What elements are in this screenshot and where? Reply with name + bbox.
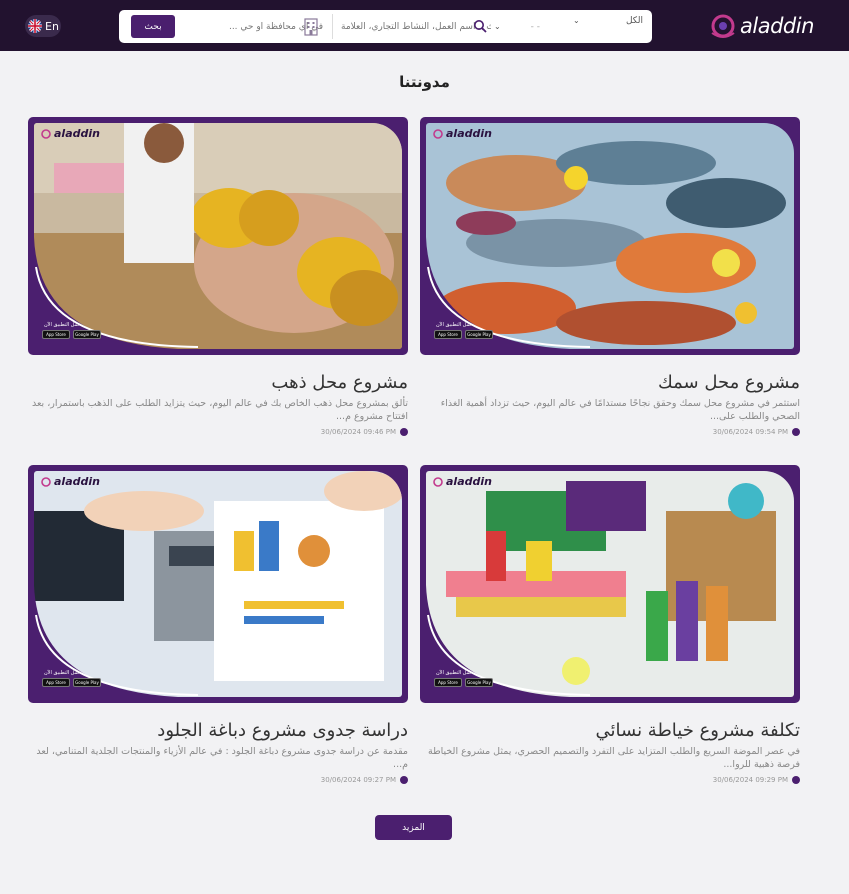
card-brand-name: aladdin (54, 127, 100, 140)
blog-card[interactable]: aladdin حمل التطبيق الآن App Store Googl… (420, 117, 800, 436)
blog-card-title[interactable]: دراسة جدوى مشروع دباغة الجلود (28, 720, 408, 741)
card-brand-name: aladdin (446, 475, 492, 488)
card-brand-logo: aladdin (432, 475, 492, 488)
app-store-badge[interactable]: App Store (434, 678, 462, 687)
card-frame-curve (34, 585, 199, 697)
card-frame-curve (426, 585, 591, 697)
store-caption: حمل التطبيق الآن (44, 322, 81, 328)
search-divider (332, 14, 333, 39)
app-store-badge[interactable]: App Store (42, 678, 70, 687)
blog-card-meta: 30/06/2024 09:27 PM (28, 776, 408, 784)
language-switch[interactable]: En (25, 15, 61, 37)
store-badges: حمل التطبيق الآن App Store Google Play (434, 670, 496, 692)
blog-card[interactable]: aladdin حمل التطبيق الآن App Store Googl… (420, 465, 800, 784)
blog-card-excerpt: تألق بمشروع محل ذهب الخاص بك في عالم الي… (31, 398, 408, 422)
blog-card-date: 30/06/2024 09:54 PM (712, 428, 788, 436)
store-caption: حمل التطبيق الآن (436, 322, 473, 328)
card-brand-logo: aladdin (40, 127, 100, 140)
search-button[interactable]: بحث (131, 15, 175, 38)
clock-icon (400, 776, 408, 784)
lamp-logo-icon (433, 476, 443, 487)
clock-icon (792, 428, 800, 436)
blog-card-image[interactable]: aladdin حمل التطبيق الآن App Store Googl… (420, 117, 800, 355)
blog-card-date: 30/06/2024 09:27 PM (320, 776, 396, 784)
chevron-down-icon: ⌄ (494, 22, 501, 31)
store-caption: حمل التطبيق الآن (44, 670, 81, 676)
chevron-down-icon: ⌄ (573, 16, 580, 25)
building-icon (304, 18, 318, 36)
category-select[interactable]: ⌄ الكل (573, 16, 645, 37)
page-title: مدونتنا (399, 73, 450, 91)
store-badges: حمل التطبيق الآن App Store Google Play (434, 322, 496, 344)
search-icon (474, 20, 487, 33)
blog-card-excerpt: مقدمة عن دراسة جدوى مشروع دباغة الجلود :… (36, 746, 408, 770)
blog-card-meta: 30/06/2024 09:29 PM (420, 776, 800, 784)
lamp-logo-icon (433, 128, 443, 139)
card-brand-logo: aladdin (432, 127, 492, 140)
blog-card-excerpt: استثمر في مشروع محل سمك وحقق نجاحًا مستد… (440, 398, 800, 422)
load-more-button[interactable]: المزيد (375, 815, 452, 840)
city-select[interactable]: ⌄ - - (494, 16, 554, 37)
store-badges: حمل التطبيق الآن App Store Google Play (42, 322, 104, 344)
blog-card-image[interactable]: aladdin حمل التطبيق الآن App Store Googl… (420, 465, 800, 703)
language-label: En (45, 19, 59, 33)
search-bar: بحث ⌄ - - ⌄ الكل (119, 10, 652, 43)
blog-card-date: 30/06/2024 09:46 PM (320, 428, 396, 436)
blog-card-meta: 30/06/2024 09:54 PM (420, 428, 800, 436)
store-badges: حمل التطبيق الآن App Store Google Play (42, 670, 104, 692)
blog-card-excerpt: في عصر الموضة السريع والطلب المتزايد على… (428, 746, 800, 770)
city-select-value: - - (530, 21, 540, 32)
card-brand-logo: aladdin (40, 475, 100, 488)
blog-card-title[interactable]: مشروع محل سمك (420, 372, 800, 393)
card-frame-curve (34, 237, 199, 349)
google-play-badge[interactable]: Google Play (465, 678, 493, 687)
blog-card-image[interactable]: aladdin حمل التطبيق الآن App Store Googl… (28, 117, 408, 355)
store-caption: حمل التطبيق الآن (436, 670, 473, 676)
brand-name: aladdin (740, 14, 814, 38)
blog-card-date: 30/06/2024 09:29 PM (712, 776, 788, 784)
blog-card[interactable]: aladdin حمل التطبيق الآن App Store Googl… (28, 117, 408, 436)
brand-logo[interactable]: aladdin (708, 12, 830, 40)
blog-card-title[interactable]: مشروع محل ذهب (28, 372, 408, 393)
keyword-input[interactable] (341, 16, 491, 37)
google-play-badge[interactable]: Google Play (465, 330, 493, 339)
top-header: En بحث ⌄ - - ⌄ الكل aladdi (0, 0, 849, 51)
app-store-badge[interactable]: App Store (434, 330, 462, 339)
lamp-logo-icon (711, 14, 735, 38)
uk-flag-icon (28, 19, 42, 33)
blog-card[interactable]: aladdin حمل التطبيق الآن App Store Googl… (28, 465, 408, 784)
card-frame-curve (426, 237, 591, 349)
google-play-badge[interactable]: Google Play (73, 330, 101, 339)
google-play-badge[interactable]: Google Play (73, 678, 101, 687)
card-brand-name: aladdin (54, 475, 100, 488)
clock-icon (792, 776, 800, 784)
blog-card-meta: 30/06/2024 09:46 PM (28, 428, 408, 436)
lamp-logo-icon (41, 476, 51, 487)
blog-card-image[interactable]: aladdin حمل التطبيق الآن App Store Googl… (28, 465, 408, 703)
lamp-logo-icon (41, 128, 51, 139)
category-select-value: الكل (625, 16, 643, 26)
clock-icon (400, 428, 408, 436)
card-brand-name: aladdin (446, 127, 492, 140)
app-store-badge[interactable]: App Store (42, 330, 70, 339)
blog-card-title[interactable]: تكلفة مشروع خياطة نسائي (420, 720, 800, 741)
